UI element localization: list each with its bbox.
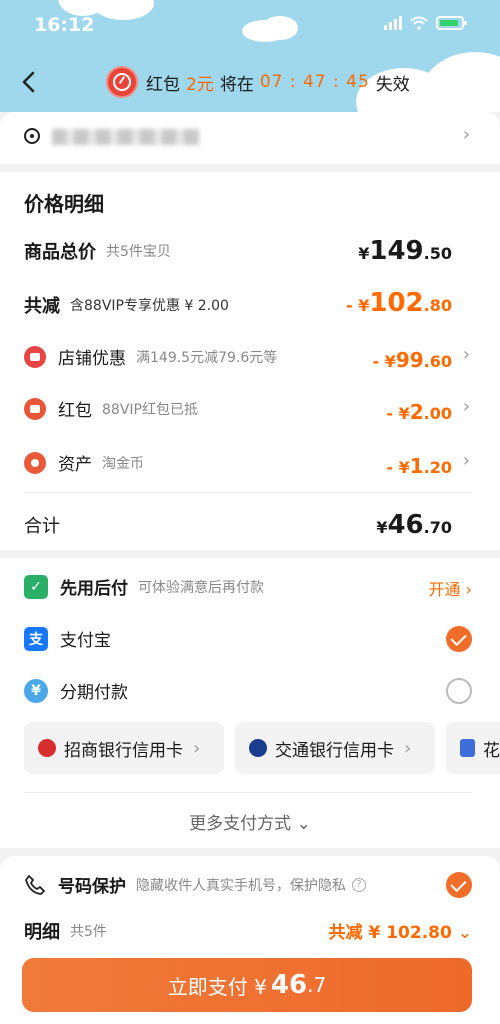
payment-card: ✓ 先用后付 可体验满意后再付款 开通 › 支 支付宝 ¥ 分期付款 bbox=[0, 558, 500, 848]
banner-text: 红包 bbox=[146, 74, 180, 95]
row-label: 店铺优惠 bbox=[58, 349, 126, 369]
help-icon[interactable]: ? bbox=[352, 877, 366, 892]
detail-reduce-amount[interactable]: 共减 ¥ 102.80 ⌄ bbox=[329, 918, 472, 943]
chevron-down-icon: ⌄ bbox=[457, 923, 472, 943]
row-label: 红包 bbox=[58, 401, 92, 421]
section-title: 价格明细 bbox=[24, 192, 104, 216]
chevron-right-icon: › bbox=[462, 344, 470, 365]
header: 16:12 红包 2元 将在 07 : 47 : 45 失效 bbox=[0, 0, 500, 112]
bnpl-row[interactable]: ✓ 先用后付 可体验满意后再付款 bbox=[24, 574, 472, 599]
chevron-right-icon: › bbox=[462, 450, 470, 471]
row-label: 资产 bbox=[58, 455, 92, 475]
row-sub: 88VIP红包已抵 bbox=[102, 401, 198, 418]
row-label: 先用后付 bbox=[60, 579, 128, 599]
installment-row[interactable]: ¥ 分期付款 bbox=[24, 678, 472, 703]
divider bbox=[24, 792, 472, 793]
location-pin-icon bbox=[24, 128, 40, 144]
total-amount: ¥149.50 bbox=[358, 236, 452, 266]
pay-now-button[interactable]: 立即支付 ¥46.7 bbox=[22, 958, 472, 1012]
discount-amount: - ¥2.00 bbox=[386, 400, 452, 424]
battery-icon bbox=[436, 16, 467, 30]
discount-amount: - ¥99.60 bbox=[372, 348, 452, 372]
row-sub: 淘金币 bbox=[102, 455, 144, 472]
bank-name: 招商银行信用卡 bbox=[64, 740, 183, 761]
alipay-radio[interactable] bbox=[446, 626, 472, 652]
row-label: 号码保护 bbox=[58, 877, 126, 897]
cmb-logo-icon bbox=[38, 739, 56, 757]
number-protect-row[interactable]: 号码保护 隐藏收件人真实手机号，保护隐私 ? bbox=[24, 872, 472, 897]
nav-bar: 红包 2元 将在 07 : 47 : 45 失效 bbox=[0, 62, 500, 104]
chevron-right-icon: › bbox=[462, 124, 470, 145]
alipay-icon: 支 bbox=[24, 626, 48, 651]
row-sub: 满149.5元减79.6元等 bbox=[136, 349, 278, 366]
huabei-logo-icon bbox=[460, 739, 475, 757]
bank-card-option[interactable]: 交通银行信用卡 › bbox=[235, 722, 435, 774]
signal-icon bbox=[384, 16, 402, 30]
bag-icon: ✓ bbox=[24, 574, 48, 599]
red-packet-banner: 红包 2元 将在 07 : 47 : 45 失效 bbox=[106, 66, 410, 98]
address-text-blurred bbox=[52, 129, 200, 145]
alipay-row[interactable]: 支 支付宝 bbox=[24, 626, 472, 651]
cloud-decoration bbox=[262, 16, 298, 40]
divider bbox=[24, 492, 472, 493]
row-label: 商品总价 bbox=[24, 242, 96, 263]
row-label: 合计 bbox=[24, 516, 60, 537]
red-packet-icon bbox=[24, 397, 46, 420]
status-time: 16:12 bbox=[34, 14, 95, 36]
more-payment-methods[interactable]: 更多支付方式 ⌄ bbox=[0, 809, 500, 834]
sum-amount: ¥46.70 bbox=[376, 510, 452, 540]
bank-name: 花 bbox=[483, 740, 500, 761]
row-label: 明细 bbox=[24, 922, 60, 943]
banner-amount: 2元 bbox=[186, 74, 214, 95]
phone-icon bbox=[25, 874, 45, 895]
chevron-right-icon: › bbox=[462, 396, 470, 417]
discount-amount: - ¥1.20 bbox=[386, 454, 452, 478]
chevron-right-icon: › bbox=[193, 737, 201, 759]
row-label: 共减 bbox=[24, 296, 60, 317]
number-protect-radio[interactable] bbox=[446, 872, 472, 898]
banner-text: 失效 bbox=[375, 74, 410, 95]
bank-card-option[interactable]: 花 bbox=[446, 722, 500, 774]
red-packet-timer-icon bbox=[106, 66, 138, 98]
row-sub: 共5件宝贝 bbox=[106, 244, 171, 260]
row-label: 支付宝 bbox=[60, 631, 111, 651]
row-sub: 共5件 bbox=[70, 924, 107, 940]
bocom-logo-icon bbox=[249, 739, 267, 757]
row-sub: 隐藏收件人真实手机号，保护隐私 bbox=[136, 877, 346, 894]
shop-coupon-icon bbox=[24, 345, 46, 368]
countdown: 07 : 47 : 45 bbox=[259, 72, 370, 92]
back-icon[interactable] bbox=[18, 70, 40, 94]
row-label: 分期付款 bbox=[60, 683, 128, 703]
price-detail-card: 价格明细 商品总价 共5件宝贝 ¥149.50 共减 含88VIP专享优惠 ¥ … bbox=[0, 172, 500, 550]
row-sub: 可体验满意后再付款 bbox=[138, 579, 264, 596]
address-row[interactable]: › bbox=[0, 112, 500, 164]
installment-icon: ¥ bbox=[24, 678, 48, 703]
installment-radio[interactable] bbox=[446, 678, 472, 704]
chevron-right-icon: › bbox=[404, 737, 412, 759]
banner-text: 将在 bbox=[219, 74, 254, 95]
bank-name: 交通银行信用卡 bbox=[275, 740, 394, 761]
tag-icon bbox=[24, 451, 46, 474]
bank-card-option[interactable]: 招商银行信用卡 › bbox=[24, 722, 224, 774]
row-sub: 含88VIP专享优惠 ¥ 2.00 bbox=[70, 298, 229, 314]
wifi-icon bbox=[410, 16, 428, 30]
bnpl-open-link[interactable]: 开通 › bbox=[429, 576, 473, 600]
status-icons bbox=[384, 16, 467, 30]
reduce-amount: - ¥102.80 bbox=[346, 288, 452, 318]
